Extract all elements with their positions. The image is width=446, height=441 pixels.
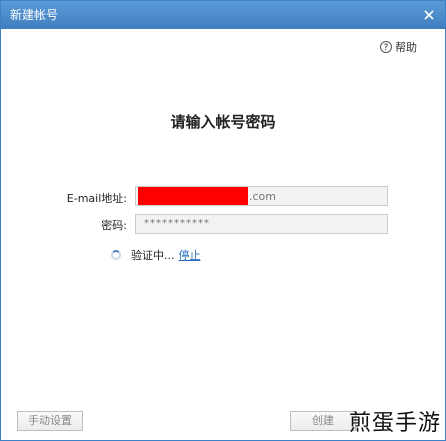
loading-spinner-icon	[111, 250, 121, 260]
window-title: 新建帐号	[10, 8, 59, 22]
password-label: 密码:	[101, 219, 127, 232]
email-redaction	[138, 187, 248, 205]
new-account-dialog: 新建帐号 ? 帮助 请输入帐号密码 E-mail地址: .com 密码: ***…	[0, 0, 446, 441]
email-field[interactable]: .com	[135, 186, 388, 206]
email-suffix: .com	[249, 190, 276, 203]
help-link[interactable]: ? 帮助	[380, 39, 417, 55]
manual-setup-button[interactable]: 手动设置	[17, 411, 83, 431]
create-button[interactable]: 创建	[290, 411, 356, 431]
email-label: E-mail地址:	[66, 192, 127, 205]
help-icon: ?	[380, 41, 392, 53]
verification-status: 验证中... 停止	[111, 247, 201, 263]
page-title: 请输入帐号密码	[170, 113, 276, 131]
close-icon[interactable]	[421, 7, 437, 23]
password-field[interactable]: ***********	[135, 214, 388, 234]
help-label: 帮助	[395, 41, 417, 54]
status-text: 验证中...	[131, 249, 175, 262]
password-value: ***********	[144, 218, 210, 229]
stop-link[interactable]: 停止	[179, 247, 201, 263]
title-bar[interactable]: 新建帐号	[1, 1, 445, 29]
watermark: 煎蛋手游	[348, 411, 441, 436]
